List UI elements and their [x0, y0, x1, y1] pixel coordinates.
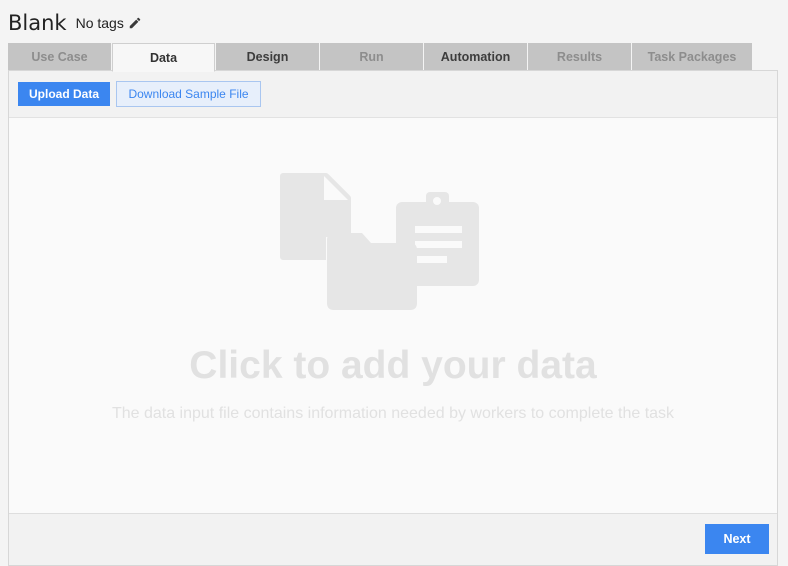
upload-data-button[interactable]: Upload Data — [18, 82, 110, 106]
tab-design[interactable]: Design — [216, 43, 319, 71]
data-panel: Upload Data Download Sample File Click t… — [8, 70, 778, 566]
tab-label: Results — [556, 50, 603, 64]
dropzone-title: Click to add your data — [189, 344, 597, 387]
data-dropzone[interactable]: Click to add your data The data input fi… — [9, 118, 777, 513]
tab-task-packages[interactable]: Task Packages — [632, 43, 752, 71]
tags-label[interactable]: No tags — [76, 15, 124, 31]
pencil-icon[interactable] — [128, 16, 142, 30]
folder-icon — [326, 233, 417, 311]
tab-automation[interactable]: Automation — [424, 43, 527, 71]
data-illustration — [280, 173, 479, 311]
dropzone-subtitle: The data input file contains information… — [111, 405, 675, 422]
page-header: Blank No tags — [8, 8, 142, 38]
tab-label: Run — [359, 50, 384, 64]
tab-data[interactable]: Data — [112, 43, 215, 72]
tab-label: Automation — [440, 50, 511, 64]
tab-label: Use Case — [31, 50, 88, 64]
tab-use-case[interactable]: Use Case — [8, 43, 111, 71]
panel-footer: Next — [9, 513, 777, 565]
tab-bar: Use Case Data Design Run Automation Resu… — [8, 43, 753, 72]
tab-run[interactable]: Run — [320, 43, 423, 71]
page-title: Blank — [8, 11, 67, 35]
tab-results[interactable]: Results — [528, 43, 631, 71]
data-toolbar: Upload Data Download Sample File — [9, 71, 777, 118]
tab-label: Design — [246, 50, 289, 64]
tab-label: Task Packages — [647, 50, 737, 64]
download-sample-file-button[interactable]: Download Sample File — [116, 81, 261, 107]
tab-label: Data — [149, 50, 178, 65]
next-button[interactable]: Next — [705, 524, 769, 554]
